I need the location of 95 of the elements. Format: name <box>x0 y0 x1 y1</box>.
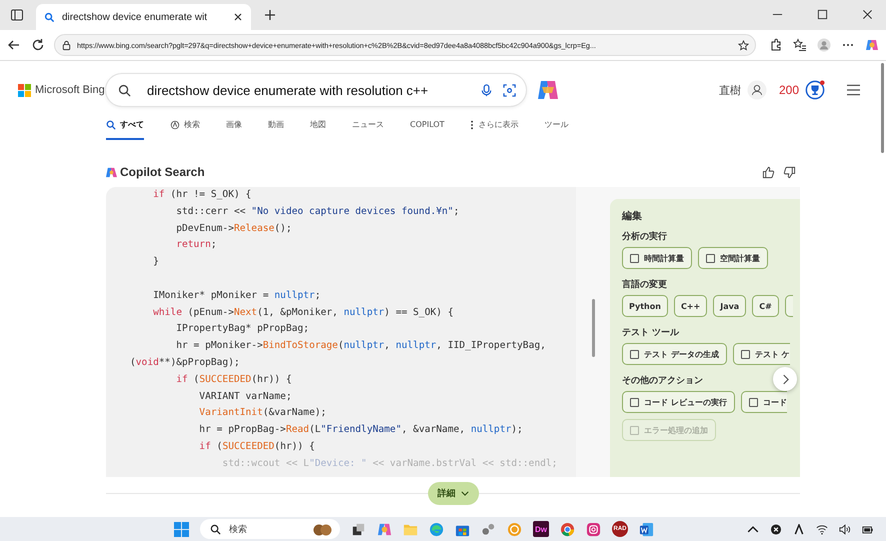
nav-tab[interactable]: 画像 <box>226 115 242 140</box>
app-icon[interactable]: Dw <box>533 521 549 537</box>
caret-icon <box>460 491 468 496</box>
group-title: 分析の実行 <box>622 230 667 243</box>
close-icon[interactable] <box>233 12 243 22</box>
copilot-icon[interactable] <box>377 522 392 536</box>
thumbs-down-icon[interactable] <box>783 166 796 178</box>
nav-tab[interactable]: ツール <box>544 115 568 140</box>
language-chip[interactable]: Java <box>713 295 746 317</box>
code-line: if (SUCCEEDED(hr)) { <box>198 440 316 454</box>
lock-icon[interactable] <box>61 40 72 50</box>
option-chip[interactable]: テスト ケ <box>732 343 790 365</box>
copilot-icon[interactable] <box>865 38 879 52</box>
logo-text[interactable]: Microsoft Bing <box>35 84 105 96</box>
code-line: return; <box>175 238 218 252</box>
code-line: std::wcout << L"Device: " << varName.bstrVal << std::endl; <box>221 456 558 471</box>
start-icon[interactable] <box>174 522 189 536</box>
tab-title: directshow device enumerate wit <box>62 12 208 22</box>
copilot-icon <box>106 166 117 178</box>
speaker-icon[interactable] <box>839 524 851 534</box>
chevron-up-icon[interactable] <box>747 524 759 534</box>
option-chip[interactable]: コード <box>740 391 787 413</box>
back-icon[interactable] <box>7 38 21 52</box>
code-line: hr = pPropBag->Read(L"FriendlyName", &varName, nullptr); <box>198 423 524 438</box>
windows-logo-icon <box>18 84 31 96</box>
more-icon <box>470 120 474 130</box>
search-icon <box>210 524 221 534</box>
scrollbar-thumb[interactable] <box>880 63 884 153</box>
group-title: 言語の変更 <box>622 278 667 291</box>
search-icon <box>106 120 116 130</box>
chrome-icon[interactable] <box>560 522 575 536</box>
browser-icon[interactable] <box>429 522 444 536</box>
code-line: VariantInit(&varName); <box>198 406 328 420</box>
new-tab-icon[interactable] <box>263 8 277 22</box>
nav-tab[interactable]: 動画 <box>268 115 284 140</box>
refresh-icon[interactable] <box>31 38 45 52</box>
search-field[interactable]: directshow device enumerate with resolution c++ <box>106 74 526 106</box>
copilot-icon <box>170 120 180 130</box>
chevron-right-icon <box>782 374 788 384</box>
camera-search-icon[interactable] <box>503 84 516 96</box>
puzzle-icon[interactable] <box>769 38 783 52</box>
code-line: if (SUCCEEDED(hr)) { <box>175 372 293 387</box>
close-circle-icon[interactable] <box>770 524 782 534</box>
trophy-icon[interactable] <box>805 80 825 100</box>
code-line: (void**)&pPropBag); <box>130 356 241 370</box>
task-view-icon[interactable] <box>351 522 366 536</box>
group-title: テスト ツール <box>622 327 680 339</box>
nav-tab[interactable]: さらに表示 <box>470 115 518 140</box>
option-chip[interactable]: 空間計算量 <box>698 247 768 269</box>
profile-icon[interactable] <box>817 38 831 52</box>
scrollbar-thumb[interactable] <box>592 299 595 357</box>
nav-tab[interactable]: 検索 <box>170 115 200 140</box>
code-line: } <box>152 255 160 270</box>
user-name[interactable]: 直樹 <box>718 82 741 98</box>
option-chip[interactable]: 時間計算量 <box>622 247 692 269</box>
code-line: while (pEnum->Next(1, &pMoniker, nullptr) == S_OK) { <box>152 306 454 320</box>
menu-icon[interactable] <box>847 84 860 96</box>
option-chip[interactable]: テスト データの生成 <box>622 343 727 365</box>
nav-tab[interactable]: COPILOT <box>410 115 444 140</box>
wifi-icon[interactable] <box>816 524 828 534</box>
code-line: IMoniker* pMoniker = nullptr; <box>152 288 322 303</box>
microphone-icon[interactable] <box>480 84 493 96</box>
code-line: pDevEnum->Release(); <box>175 222 293 236</box>
option-chip[interactable]: コード レビューの実行 <box>622 391 735 413</box>
browser-tab[interactable]: directshow device enumerate wit <box>36 4 251 30</box>
language-chip[interactable]: C# <box>752 295 779 317</box>
camera-app-icon[interactable] <box>586 522 601 536</box>
taskbar-search-field[interactable]: 検索 <box>200 519 340 539</box>
nav-tab[interactable]: ニュース <box>352 115 384 140</box>
tab-actions-icon[interactable] <box>10 8 24 22</box>
language-chip[interactable]: C++ <box>674 295 708 317</box>
search-icon <box>44 12 55 22</box>
copilot-icon[interactable] <box>536 78 560 102</box>
code-line: VARIANT varName; <box>198 390 293 404</box>
code-line: IPropertyBag* pPropBag; <box>175 322 310 336</box>
show-more-button[interactable]: 詳細 <box>428 482 478 505</box>
language-chip[interactable]: Python <box>622 295 668 317</box>
search-icon <box>118 84 131 96</box>
star-icon[interactable] <box>738 40 749 50</box>
thumbs-up-icon[interactable] <box>762 166 775 178</box>
avatar-icon[interactable] <box>746 80 767 100</box>
section-title: Copilot Search <box>120 165 205 179</box>
nav-tab[interactable]: すべて <box>106 115 144 140</box>
nav-tab[interactable]: 地図 <box>310 115 326 140</box>
close-icon[interactable] <box>862 9 873 20</box>
rewards-points[interactable]: 200 <box>778 83 799 97</box>
code-line: std::cerr << "No video capture devices found.¥n"; <box>175 204 460 219</box>
group-title: その他のアクション <box>622 374 703 387</box>
code-line: hr = pMoniker->BindToStorage(nullptr, nullptr, IID_IPropertyBag, <box>175 339 547 354</box>
panel-title: 編集 <box>622 210 643 223</box>
favorites-icon[interactable] <box>793 38 807 52</box>
document-app-icon[interactable] <box>639 522 654 536</box>
code-line: if (hr != S_OK) { <box>152 188 252 202</box>
battery-icon[interactable] <box>862 524 874 534</box>
maximize-icon[interactable] <box>817 9 828 20</box>
